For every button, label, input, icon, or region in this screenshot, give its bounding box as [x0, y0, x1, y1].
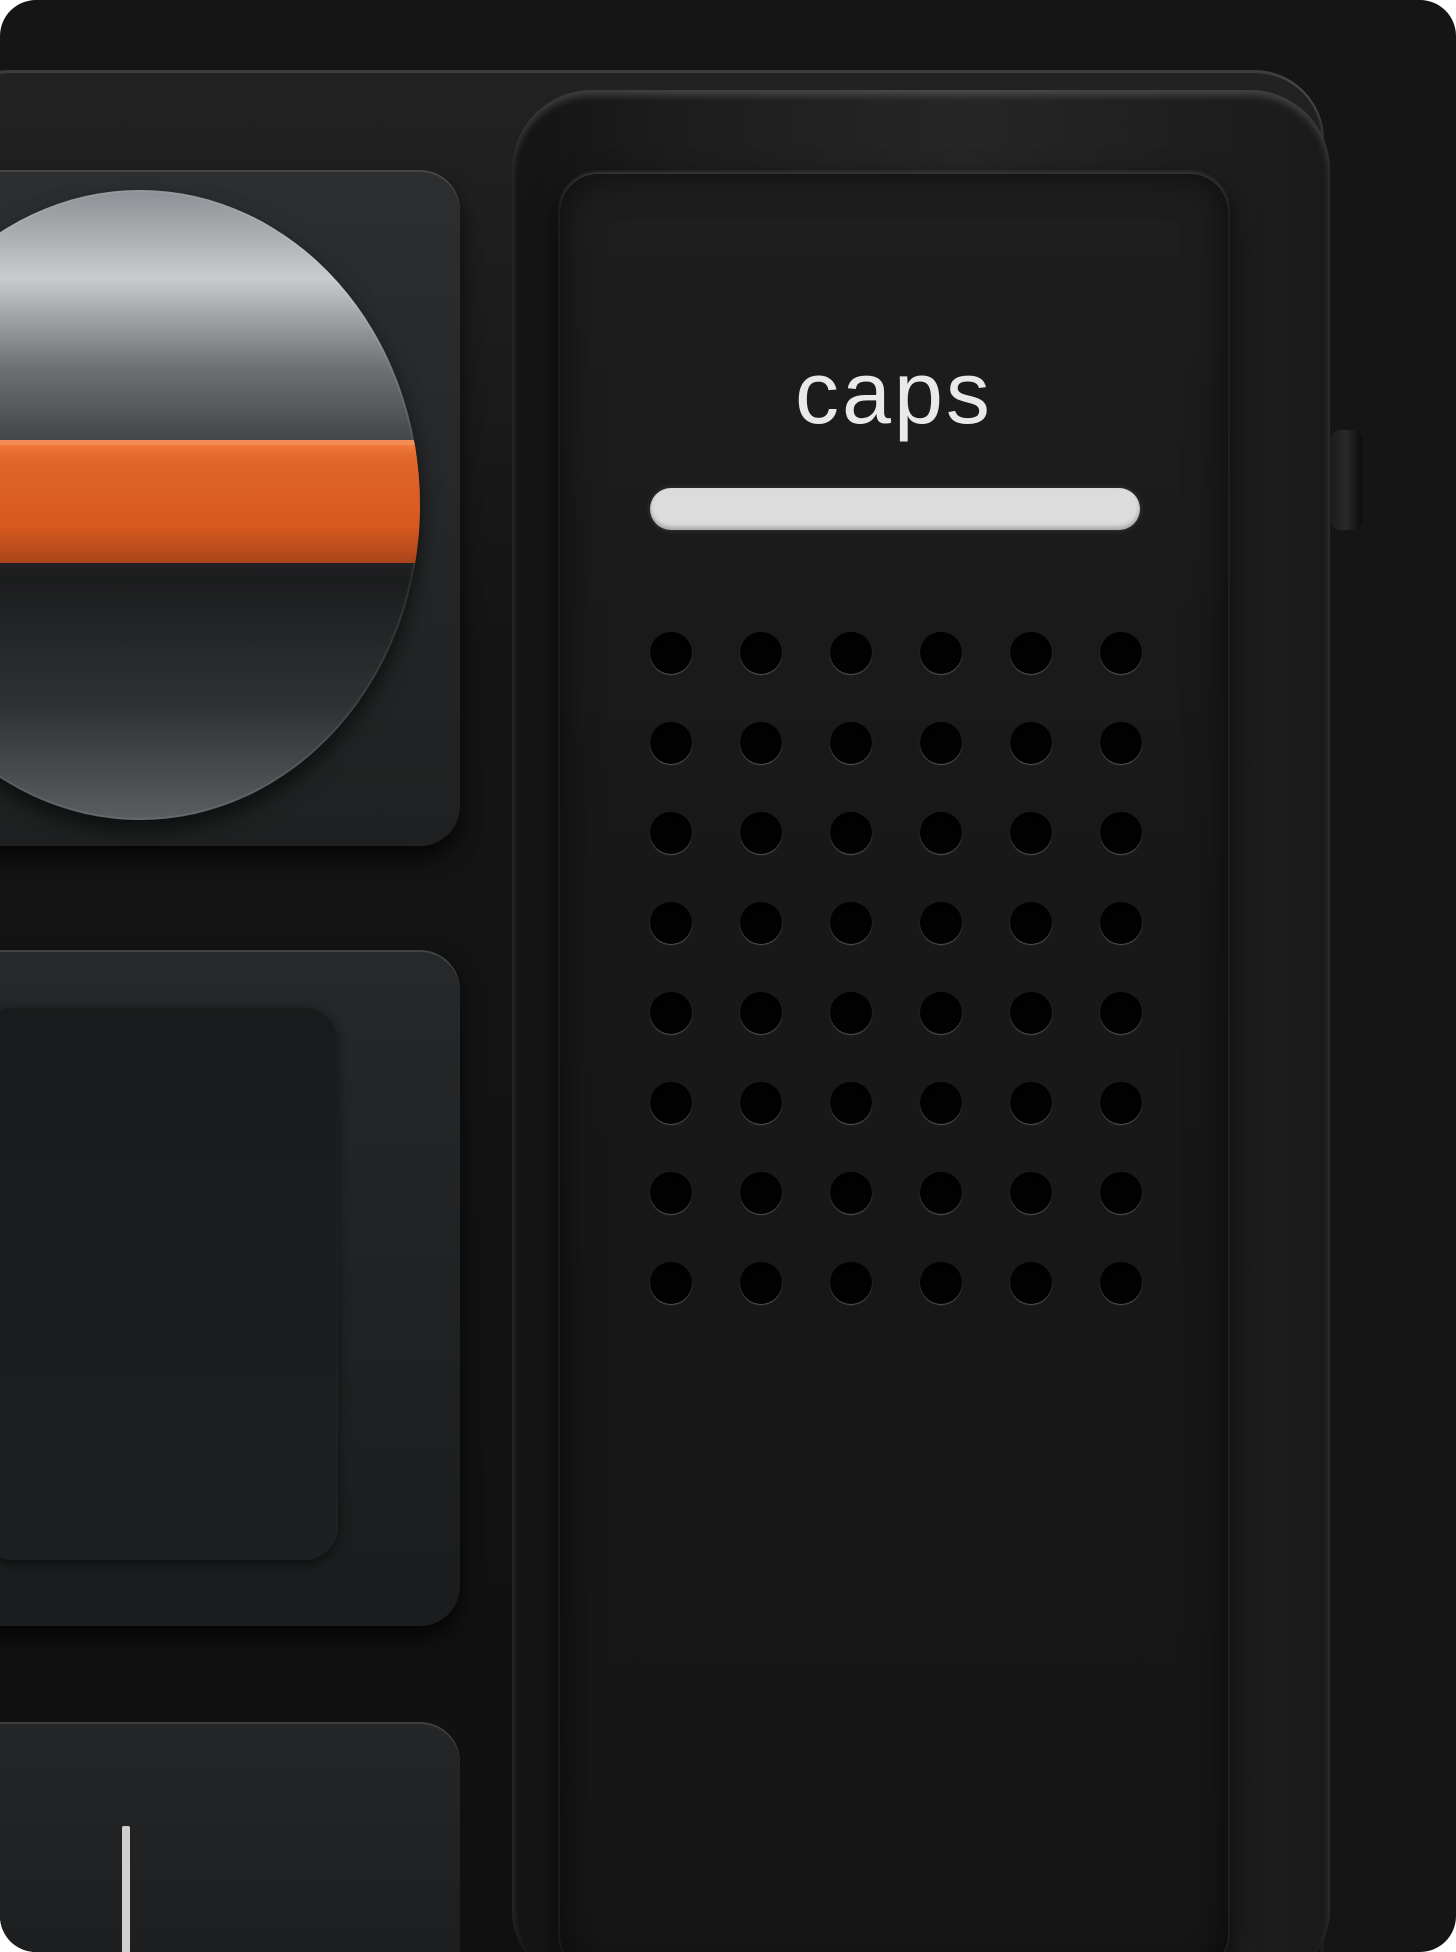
grille-hole [740, 722, 782, 764]
grille-hole [1010, 722, 1052, 764]
grille-hole [650, 722, 692, 764]
side-button[interactable] [1330, 430, 1362, 530]
grille-hole [740, 902, 782, 944]
grille-hole [1100, 992, 1142, 1034]
grille-hole [650, 992, 692, 1034]
grille-hole [650, 902, 692, 944]
grille-hole [830, 992, 872, 1034]
grille-hole [1010, 812, 1052, 854]
grille-hole [830, 902, 872, 944]
grille-hole [830, 1172, 872, 1214]
caps-indicator-light [650, 488, 1140, 530]
grille-hole [920, 812, 962, 854]
grille-hole [740, 1082, 782, 1124]
grille-hole [650, 632, 692, 674]
grille-hole [1100, 812, 1142, 854]
grille-hole [830, 632, 872, 674]
speaker-grille [650, 632, 1142, 1304]
grille-hole [1010, 902, 1052, 944]
grille-hole [650, 1082, 692, 1124]
grille-hole [740, 1262, 782, 1304]
grille-hole [1010, 632, 1052, 674]
grille-hole [740, 992, 782, 1034]
caps-key[interactable]: caps [560, 172, 1228, 1952]
caps-label: caps [795, 343, 993, 442]
grille-hole [920, 992, 962, 1034]
grille-hole [1010, 1172, 1052, 1214]
grille-hole [740, 632, 782, 674]
grille-hole [650, 1172, 692, 1214]
bottom-key[interactable] [0, 1722, 460, 1952]
square-key-cap [0, 1005, 338, 1560]
grille-hole [920, 1172, 962, 1214]
grille-hole [920, 632, 962, 674]
key-indicator-line [122, 1826, 130, 1952]
grille-hole [1100, 632, 1142, 674]
grille-hole [1010, 1082, 1052, 1124]
grille-hole [830, 722, 872, 764]
grille-hole [830, 812, 872, 854]
square-key[interactable] [0, 950, 460, 1626]
grille-hole [920, 722, 962, 764]
grille-hole [650, 812, 692, 854]
grille-hole [740, 812, 782, 854]
grille-hole [920, 1082, 962, 1124]
grille-hole [1100, 902, 1142, 944]
grille-hole [830, 1082, 872, 1124]
grille-hole [1010, 1262, 1052, 1304]
grille-hole [650, 1262, 692, 1304]
grille-hole [920, 1262, 962, 1304]
grille-hole [920, 902, 962, 944]
grille-hole [1100, 722, 1142, 764]
grille-hole [740, 1172, 782, 1214]
device-frame: caps [0, 0, 1456, 1952]
knob-accent-stripe [0, 445, 420, 563]
grille-hole [1100, 1262, 1142, 1304]
grille-hole [1100, 1082, 1142, 1124]
grille-hole [1010, 992, 1052, 1034]
grille-hole [1100, 1172, 1142, 1214]
grille-hole [830, 1262, 872, 1304]
